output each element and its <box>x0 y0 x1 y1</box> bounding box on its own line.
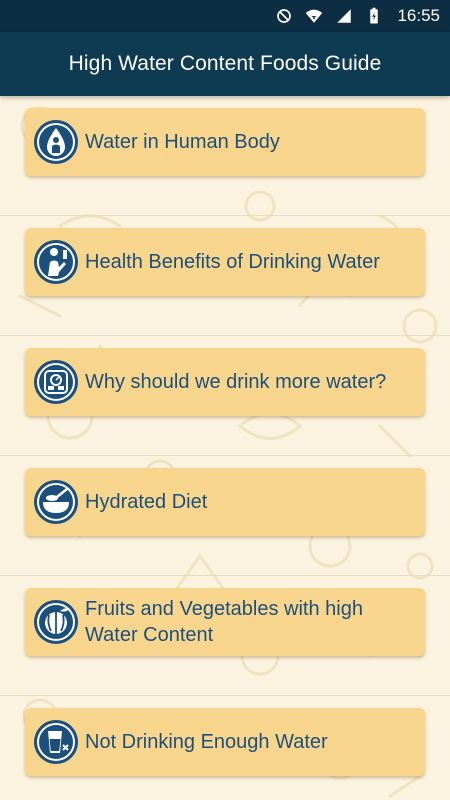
menu-item-not-drinking-enough[interactable]: Not Drinking Enough Water <box>25 708 425 776</box>
list-item: Fruits and Vegetables with high Water Co… <box>0 576 450 696</box>
list-item: Health Benefits of Drinking Water <box>0 216 450 336</box>
water-glass-icon <box>34 720 78 764</box>
list-item: Not Drinking Enough Water <box>0 696 450 800</box>
battery-icon <box>370 7 379 24</box>
menu-item-label: Water in Human Body <box>85 131 280 153</box>
menu-item-label: Not Drinking Enough Water <box>85 731 328 753</box>
menu-item-fruits-vegetables[interactable]: Fruits and Vegetables with high Water Co… <box>25 588 425 656</box>
status-bar: 16:55 <box>0 0 450 32</box>
menu-item-label: Health Benefits of Drinking Water <box>85 251 380 273</box>
app-bar: High Water Content Foods Guide <box>0 32 450 96</box>
list-item: Hydrated Diet <box>0 456 450 576</box>
do-not-disturb-icon <box>277 9 292 23</box>
menu-list: Water in Human Body Health Benefits of D… <box>0 96 450 800</box>
menu-item-label: Hydrated Diet <box>85 491 208 513</box>
menu-item-why-drink-more[interactable]: Why should we drink more water? <box>25 348 425 416</box>
signal-icon <box>337 9 352 23</box>
watermelon-icon <box>34 600 78 644</box>
status-time: 16:55 <box>397 6 440 25</box>
menu-item-health-benefits[interactable]: Health Benefits of Drinking Water <box>25 228 425 296</box>
menu-item-hydrated-diet[interactable]: Hydrated Diet <box>25 468 425 536</box>
water-drop-person-icon <box>34 120 78 164</box>
bathroom-scale-icon <box>34 360 78 404</box>
menu-item-label: Fruits and Vegetables with high Water Co… <box>85 598 363 646</box>
menu-item-label: Why should we drink more water? <box>85 371 387 393</box>
person-drinking-icon <box>34 240 78 284</box>
list-item: Water in Human Body <box>0 96 450 216</box>
wifi-icon <box>306 9 323 23</box>
app-title: High Water Content Foods Guide <box>68 52 382 75</box>
bowl-icon <box>34 480 78 524</box>
list-item: Why should we drink more water? <box>0 336 450 456</box>
menu-item-water-in-human-body[interactable]: Water in Human Body <box>25 108 425 176</box>
